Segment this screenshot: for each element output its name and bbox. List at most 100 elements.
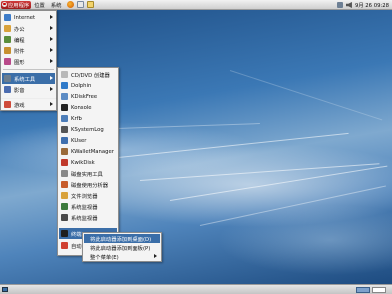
show-desktop-icon[interactable]	[2, 287, 8, 292]
menu-item-system-tools[interactable]: 系统工具	[2, 73, 55, 84]
menu-item-cd-dvd-creator[interactable]: CD/DVD 创建器	[59, 69, 117, 80]
menu-item-file-browser[interactable]: 文件浏览器	[59, 190, 117, 201]
launcher-context-menu: 将此启动器添加到桌面(D) 将此启动器添加到面板(P) 整个菜单(E)	[82, 232, 162, 262]
terminal-icon	[61, 104, 68, 111]
menu-item-label: 办公	[14, 26, 25, 33]
menu-item-label: CD/DVD 创建器	[71, 72, 110, 79]
places-menu[interactable]: 位置	[31, 1, 48, 9]
code-icon	[4, 36, 11, 43]
applications-menu-tail: 游戏	[0, 99, 57, 111]
terminal-icon	[61, 230, 68, 237]
menu-item-label: Krfb	[71, 115, 82, 122]
menu-item-kwalletmanager[interactable]: KWalletManager	[59, 146, 117, 157]
menu-item-label: 编程	[14, 37, 25, 44]
system-menu[interactable]: 系统	[48, 1, 65, 9]
submenu-arrow-icon	[154, 254, 157, 258]
menu-item-graphics[interactable]: 图形	[2, 56, 55, 67]
menu-item-ksystemlog[interactable]: KSystemLog	[59, 124, 117, 135]
menu-item-media[interactable]: 影音	[2, 84, 55, 95]
top-panel: 应用程序 位置 系统 9月 26 09:28	[0, 0, 392, 10]
menu-item-kdiskfree[interactable]: KDiskFree	[59, 91, 117, 102]
menu-item-accessories[interactable]: 附件	[2, 45, 55, 56]
menu-item-label: 系统工具	[14, 76, 36, 83]
dolphin-icon	[61, 82, 68, 89]
menu-item-disk-utility[interactable]: 磁盘实用工具	[59, 168, 117, 179]
menu-item-office[interactable]: 办公	[2, 23, 55, 34]
applications-menu: Internet 办公 编程 附件 图形 系统工具 影音	[0, 10, 57, 100]
bottom-panel	[0, 284, 392, 294]
menu-item-label: 磁盘使用分析器	[71, 182, 109, 189]
system-tools-menu: CD/DVD 创建器 Dolphin KDiskFree Konsole Krf…	[57, 67, 119, 256]
media-icon	[4, 86, 11, 93]
volume-icon[interactable]	[345, 2, 352, 8]
menu-item-label: 整个菜单(E)	[90, 254, 119, 261]
web-browser-icon[interactable]	[67, 1, 75, 8]
menu-item-label: Internet	[14, 14, 36, 21]
add-to-panel-item[interactable]: 将此启动器添加到面板(P)	[84, 243, 160, 252]
disk-utility-icon	[61, 170, 68, 177]
wallpaper-streak	[229, 70, 383, 121]
submenu-arrow-icon	[50, 76, 53, 80]
menu-item-label: 磁盘实用工具	[71, 171, 103, 178]
kwikdisk-icon	[61, 159, 68, 166]
applications-menu-button[interactable]: 应用程序	[1, 0, 32, 9]
menu-item-krfb[interactable]: Krfb	[59, 113, 117, 124]
submenu-arrow-icon	[50, 26, 53, 30]
menu-item-kwikdisk[interactable]: KwikDisk	[59, 157, 117, 168]
system-monitor-icon	[61, 203, 68, 210]
office-icon	[4, 25, 11, 32]
menu-item-games[interactable]: 游戏	[2, 99, 55, 110]
menu-item-label: KUser	[71, 137, 87, 144]
submenu-arrow-icon	[50, 87, 53, 91]
menu-separator	[3, 69, 54, 70]
tray-area: 9月 26 09:28	[336, 1, 389, 9]
menu-item-label: 终端	[71, 231, 82, 238]
submenu-arrow-icon	[50, 48, 53, 52]
wallet-icon	[61, 148, 68, 155]
submenu-arrow-icon	[50, 37, 53, 41]
clock[interactable]: 9月 26 09:28	[355, 1, 389, 9]
graphics-icon	[4, 58, 11, 65]
submenu-arrow-icon	[50, 102, 53, 106]
menu-item-label: 附件	[14, 48, 25, 55]
mail-icon[interactable]	[77, 1, 85, 8]
submenu-arrow-icon	[50, 59, 53, 63]
menu-item-internet[interactable]: Internet	[2, 12, 55, 23]
autodetect-icon	[61, 242, 68, 249]
menu-item-disk-usage-analyzer[interactable]: 磁盘使用分析器	[59, 179, 117, 190]
menu-item-label: 图形	[14, 59, 25, 66]
menu-item-label: Dolphin	[71, 82, 92, 89]
notes-icon[interactable]	[87, 1, 95, 8]
menu-item-system-monitor[interactable]: 系统监视器	[59, 201, 117, 212]
file-browser-icon	[61, 192, 68, 199]
games-icon	[4, 101, 11, 108]
menu-item-label: KWalletManager	[71, 148, 114, 155]
menu-item-label: 系统监视器	[71, 204, 98, 211]
wallpaper-streak	[89, 132, 349, 161]
menu-item-dolphin[interactable]: Dolphin	[59, 80, 117, 91]
desktop-sharing-icon	[61, 115, 68, 122]
menu-item-programming[interactable]: 编程	[2, 34, 55, 45]
entire-menu-item[interactable]: 整个菜单(E)	[84, 252, 160, 261]
globe-icon	[4, 14, 11, 21]
menu-item-label: KSystemLog	[71, 126, 104, 133]
menu-item-label: Konsole	[71, 104, 92, 111]
workspace-2[interactable]	[372, 287, 386, 293]
menu-item-label: KwikDisk	[71, 159, 95, 166]
add-to-desktop-item[interactable]: 将此启动器添加到桌面(D)	[84, 234, 160, 243]
menu-item-system-monitor-2[interactable]: 系统监视器	[59, 212, 117, 223]
system-monitor-icon	[61, 214, 68, 221]
applications-menu-label: 应用程序	[8, 2, 30, 9]
menu-item-kuser[interactable]: KUser	[59, 135, 117, 146]
menu-item-konsole[interactable]: Konsole	[59, 102, 117, 113]
log-icon	[61, 126, 68, 133]
menu-item-label: 系统监视器	[71, 215, 98, 222]
disk-free-icon	[61, 93, 68, 100]
menu-item-label: KDiskFree	[71, 93, 98, 100]
workspace-1[interactable]	[356, 287, 370, 293]
user-icon	[61, 137, 68, 144]
network-icon[interactable]	[336, 2, 343, 8]
menu-item-label: 影音	[14, 87, 25, 94]
submenu-arrow-icon	[50, 15, 53, 19]
menu-item-label: 游戏	[14, 102, 25, 109]
